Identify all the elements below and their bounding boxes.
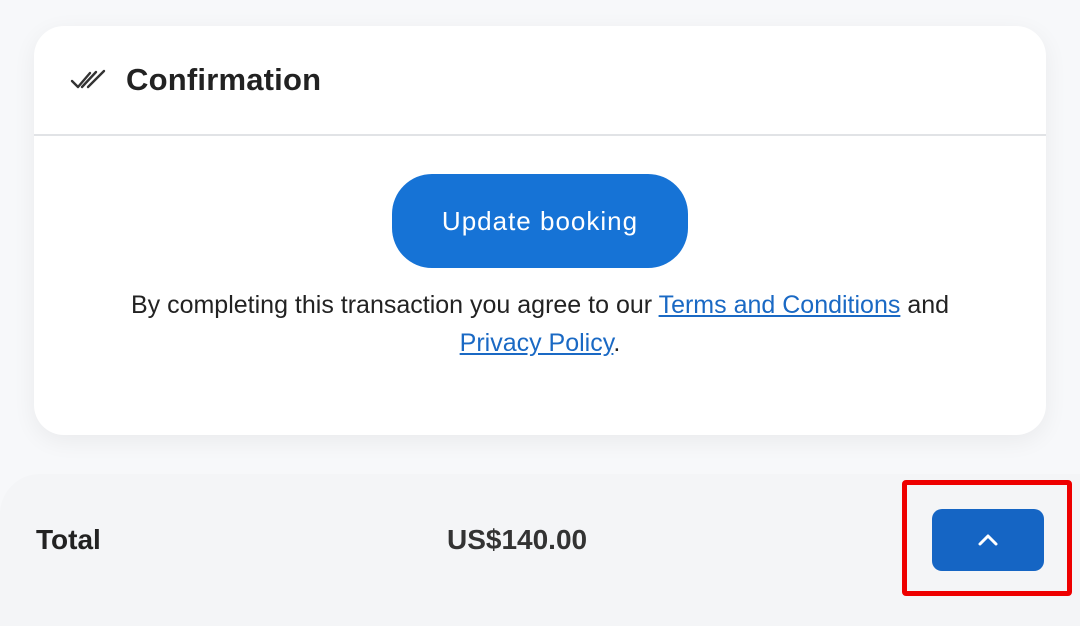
terms-notice: By completing this transaction you agree… (54, 286, 1026, 362)
confirmation-header: Confirmation (34, 26, 1046, 136)
update-booking-button[interactable]: Update booking (392, 174, 688, 268)
total-summary-bar: Total US$140.00 (0, 474, 1080, 626)
total-label: Total (36, 524, 101, 555)
total-value: US$140.00 (447, 524, 588, 555)
terms-prefix: By completing this transaction you agree… (130, 291, 659, 319)
double-check-icon (70, 68, 108, 92)
confirmation-title: Confirmation (126, 62, 322, 97)
confirmation-body: Update booking By completing this transa… (34, 136, 1046, 433)
privacy-policy-link[interactable]: Privacy Policy (460, 329, 614, 357)
confirmation-card: Confirmation Update booking By completin… (34, 26, 1046, 435)
terms-and-conditions-link[interactable]: Terms and Conditions (659, 291, 901, 319)
terms-suffix: . (613, 329, 621, 357)
terms-middle: and (900, 291, 950, 319)
expand-summary-button[interactable] (932, 509, 1044, 571)
chevron-up-icon (976, 532, 1000, 548)
